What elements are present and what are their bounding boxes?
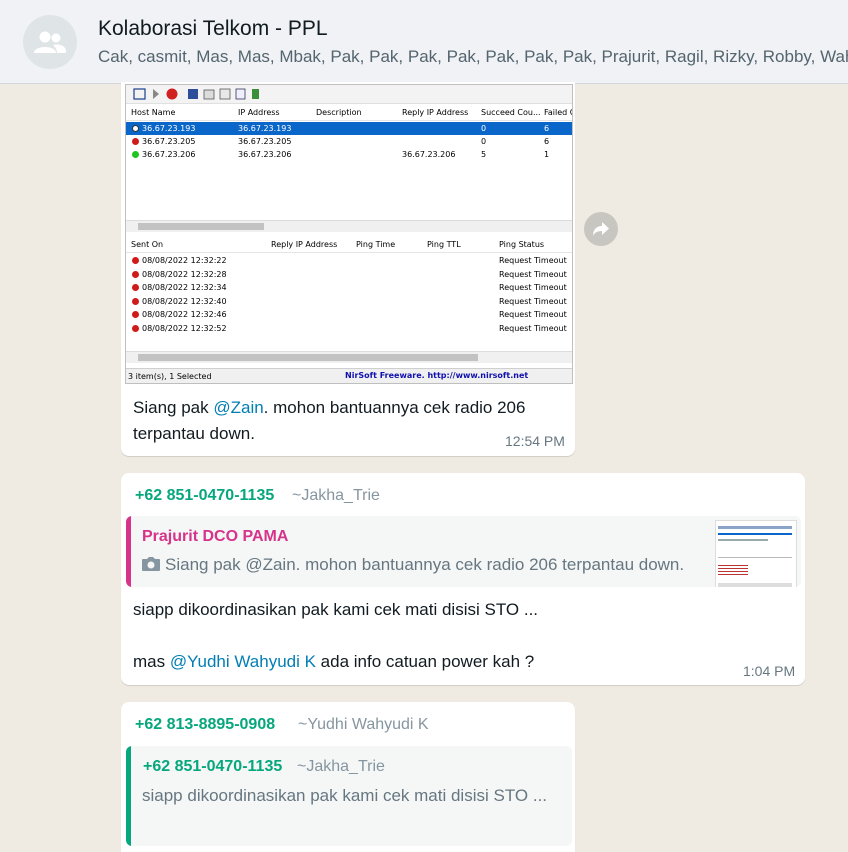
log-status: Request Timeout	[499, 324, 567, 333]
quote-text: siapp dikoordinasikan pak kami cek mati …	[142, 786, 548, 805]
host-succeed: 0	[481, 137, 487, 146]
sender-name: ~Jakha_Trie	[292, 487, 380, 504]
message-text: mas	[133, 652, 170, 671]
col-log-reply-ip[interactable]: Reply IP Address	[271, 240, 337, 249]
quote-author-phone: +62 851-0470-1135	[143, 758, 283, 775]
status-dot-icon	[132, 138, 139, 145]
status-dot-icon	[132, 298, 139, 305]
host-name: 36.67.23.193	[142, 124, 196, 133]
col-failed[interactable]: Failed C	[544, 108, 572, 117]
log-status: Request Timeout	[499, 256, 567, 265]
message-time: 1:04 PM	[743, 663, 796, 679]
quoted-message[interactable]: +62 851-0470-1135 ~Jakha_Trie siapp diko…	[126, 746, 572, 846]
log-status: Request Timeout	[499, 283, 567, 292]
scrollbar-thumb[interactable]	[138, 354, 478, 361]
status-items: 3 item(s), 1 Selected	[128, 372, 212, 381]
log-status: Request Timeout	[499, 310, 567, 319]
log-row[interactable]: 08/08/2022 12:32:28 Request Timeout	[126, 268, 572, 281]
forward-icon	[593, 222, 609, 236]
group-members: Cak, casmit, Mas, Mas, Mbak, Pak, Pak, P…	[98, 47, 848, 66]
log-status: Request Timeout	[499, 270, 567, 279]
log-sent: 08/08/2022 12:32:40	[142, 297, 227, 306]
scrollbar-thumb[interactable]	[138, 223, 264, 230]
col-ping-time[interactable]: Ping Time	[356, 240, 395, 249]
log-row[interactable]: 08/08/2022 12:32:46 Request Timeout	[126, 308, 572, 321]
group-avatar-icon[interactable]	[23, 15, 77, 69]
quote-bar	[126, 746, 131, 846]
host-failed: 1	[544, 150, 550, 159]
log-status: Request Timeout	[499, 297, 567, 306]
status-dot-icon	[132, 151, 139, 158]
quote-bar	[126, 516, 131, 587]
nirsoft-link: NirSoft Freeware. http://www.nirsoft.net	[345, 371, 529, 380]
col-reply-ip[interactable]: Reply IP Address	[402, 108, 468, 117]
quote-text: Siang pak @Zain. mohon bantuannya cek ra…	[165, 555, 685, 574]
log-row[interactable]: 08/08/2022 12:32:34 Request Timeout	[126, 281, 572, 294]
log-sent: 08/08/2022 12:32:52	[142, 324, 227, 333]
host-name: 36.67.23.206	[142, 150, 196, 159]
col-ping-status[interactable]: Ping Status	[499, 240, 544, 249]
quote-thumbnail	[715, 520, 797, 587]
quote-preview: Siang pak @Zain. mohon bantuannya cek ra…	[142, 555, 717, 575]
table-row[interactable]: 36.67.23.205 36.67.23.205 0 6	[126, 135, 572, 148]
quote-author-name: ~Jakha_Trie	[297, 758, 385, 775]
log-row[interactable]: 08/08/2022 12:32:40 Request Timeout	[126, 295, 572, 308]
status-dot-icon	[132, 257, 139, 264]
sender-phone[interactable]: +62 813-8895-0908	[135, 716, 275, 734]
status-dot-icon	[132, 271, 139, 278]
col-host-name[interactable]: Host Name	[131, 108, 175, 117]
log-row[interactable]: 08/08/2022 12:32:52 Request Timeout	[126, 322, 572, 335]
host-succeed: 5	[481, 150, 487, 159]
message-line: siapp dikoordinasikan pak kami cek mati …	[133, 600, 539, 619]
sender-phone[interactable]: +62 851-0470-1135	[135, 487, 274, 505]
col-ip-address[interactable]: IP Address	[238, 108, 280, 117]
table-row[interactable]: 36.67.23.206 36.67.23.206 36.67.23.206 5…	[126, 148, 572, 161]
quoted-message[interactable]: Prajurit DCO PAMA Siang pak @Zain. mohon…	[126, 516, 801, 587]
log-sent: 08/08/2022 12:32:46	[142, 310, 227, 319]
col-sent-on[interactable]: Sent On	[131, 240, 163, 249]
log-row[interactable]: 08/08/2022 12:32:22 Request Timeout	[126, 254, 572, 267]
host-ip: 36.67.23.205	[238, 137, 292, 146]
col-ping-ttl[interactable]: Ping TTL	[427, 240, 461, 249]
col-description[interactable]: Description	[316, 108, 362, 117]
message-time: 12:54 PM	[505, 433, 565, 449]
forward-button[interactable]	[584, 212, 618, 246]
log-horizontal-scrollbar[interactable]	[126, 351, 572, 363]
host-failed: 6	[544, 137, 550, 146]
host-name: 36.67.23.205	[142, 137, 196, 146]
col-succeed[interactable]: Succeed Cou...	[481, 108, 541, 117]
status-dot-icon	[132, 325, 139, 332]
hosts-horizontal-scrollbar[interactable]	[126, 220, 572, 232]
chat-header[interactable]: Kolaborasi Telkom - PPL Cak, casmit, Mas…	[0, 0, 848, 84]
screenshot-statusbar: 3 item(s), 1 Selected NirSoft Freeware. …	[126, 368, 572, 383]
message-caption: Siang pak @Zain. mohon bantuannya cek ra…	[133, 395, 553, 447]
screenshot-image[interactable]: Host Name IP Address Description Reply I…	[125, 84, 573, 384]
mention-link[interactable]: @Zain	[213, 398, 263, 417]
message-line: mas @Yudhi Wahyudi K ada info catuan pow…	[133, 649, 773, 675]
status-dot-icon	[132, 284, 139, 291]
host-failed: 6	[544, 124, 550, 133]
group-title: Kolaborasi Telkom - PPL	[98, 17, 328, 40]
camera-icon	[142, 557, 160, 571]
status-dot-icon	[132, 125, 139, 132]
log-sent: 08/08/2022 12:32:22	[142, 256, 227, 265]
sender-name: ~Yudhi Wahyudi K	[298, 716, 429, 733]
mention-link[interactable]: @Yudhi Wahyudi K	[170, 652, 316, 671]
status-dot-icon	[132, 311, 139, 318]
log-sent: 08/08/2022 12:32:28	[142, 270, 227, 279]
caption-text: Siang pak	[133, 398, 214, 417]
quote-author: Prajurit DCO PAMA	[142, 528, 289, 545]
message-text: ada info catuan power kah ?	[315, 652, 535, 671]
host-reply-ip: 36.67.23.206	[402, 150, 456, 159]
host-ip: 36.67.23.193	[238, 124, 292, 133]
host-succeed: 0	[481, 124, 487, 133]
hosts-table-header: Host Name IP Address Description Reply I…	[126, 105, 572, 121]
screenshot-toolbar	[126, 85, 572, 104]
log-table-header: Sent On Reply IP Address Ping Time Ping …	[126, 237, 572, 253]
log-sent: 08/08/2022 12:32:34	[142, 283, 227, 292]
table-row[interactable]: 36.67.23.193 36.67.23.193 0 6	[126, 122, 572, 135]
host-ip: 36.67.23.206	[238, 150, 292, 159]
